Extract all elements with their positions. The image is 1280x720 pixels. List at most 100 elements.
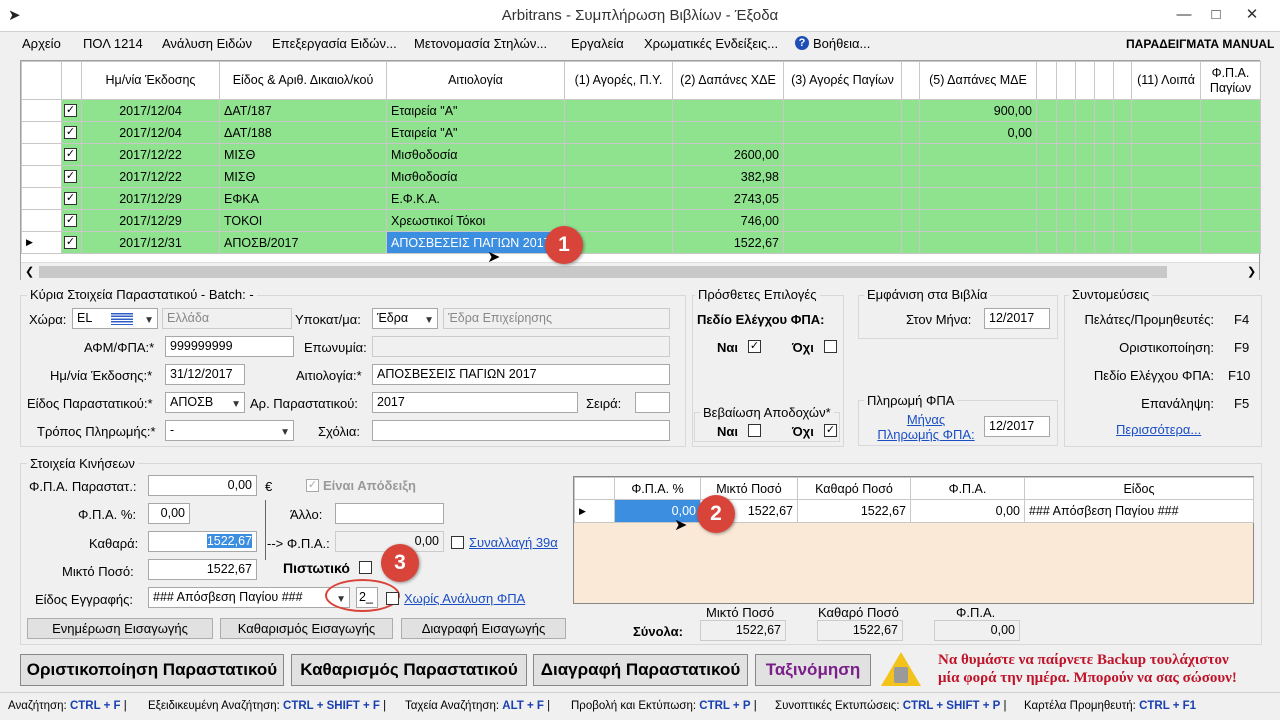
cell-empty[interactable] [1056, 231, 1076, 254]
cell-empty[interactable] [1094, 165, 1114, 188]
delete-document-button[interactable]: Διαγραφή Παραστατικού [533, 654, 748, 686]
cell-empty[interactable] [1075, 143, 1095, 166]
cell-c11[interactable] [1131, 143, 1201, 166]
series-field[interactable] [635, 392, 670, 413]
cell-reason[interactable]: ΑΠΟΣΒΕΣΕΙΣ ΠΑΓΙΩΝ 2017 [386, 231, 565, 254]
cell-empty[interactable] [1094, 187, 1114, 210]
col-doc[interactable]: Είδος & Αριθ. Δικαιολ/κού [219, 61, 387, 100]
vat-pct-field[interactable]: 0,00 [148, 503, 190, 524]
vat-pct-cell[interactable]: 0,00 [614, 499, 701, 523]
vat-cell[interactable]: 0,00 [910, 499, 1025, 523]
documents-grid[interactable]: Ημ/νία Έκδοσης Είδος & Αριθ. Δικαιολ/κού… [20, 60, 1261, 280]
cell-empty[interactable] [1113, 209, 1132, 232]
country-select[interactable]: EL ▼ [72, 308, 158, 329]
cell-date[interactable]: 2017/12/31 [81, 231, 220, 254]
cell-reason[interactable]: Εταιρεία "Α" [386, 121, 565, 144]
cell-c2[interactable] [672, 121, 784, 144]
col-vat[interactable]: Φ.Π.Α. [910, 477, 1025, 500]
cell-empty[interactable] [901, 165, 920, 188]
cell-date[interactable]: 2017/12/29 [81, 209, 220, 232]
cell-c2[interactable]: 382,98 [672, 165, 784, 188]
table-row[interactable]: ✓ 2017/12/29 ΕΦΚΑ Ε.Φ.Κ.Α. 2743,05 [21, 187, 1261, 210]
cell-doc[interactable]: ΜΙΣΘ [219, 143, 387, 166]
cell-c11[interactable] [1131, 165, 1201, 188]
cell-c3[interactable] [783, 209, 902, 232]
scroll-left-icon[interactable]: ❮ [25, 265, 34, 278]
cell-date[interactable]: 2017/12/22 [81, 165, 220, 188]
delete-entry-button[interactable]: Διαγραφή Εισαγωγής [401, 618, 566, 639]
col-2[interactable]: (2) Δαπάνες ΧΔΕ [672, 61, 784, 100]
cell-empty[interactable] [1200, 99, 1261, 122]
row-checkbox[interactable]: ✓ [61, 187, 82, 210]
cell-empty[interactable] [1113, 231, 1132, 254]
cell-empty[interactable] [1113, 121, 1132, 144]
cell-empty[interactable] [1200, 143, 1261, 166]
table-row[interactable]: ✓ 2017/12/04 ΔΑΤ/187 Εταιρεία "Α" 900,00 [21, 99, 1261, 122]
sort-button[interactable]: Ταξινόμηση [755, 654, 871, 686]
cell-empty[interactable] [1036, 99, 1057, 122]
net-cell[interactable]: 1522,67 [797, 499, 911, 523]
col-date[interactable]: Ημ/νία Έκδοσης [81, 61, 220, 100]
cell-empty[interactable] [1056, 99, 1076, 122]
col-reason[interactable]: Αιτιολογία [386, 61, 565, 100]
menu-rename-columns[interactable]: Μετονομασία Στηλών... [414, 36, 547, 51]
finalize-document-button[interactable]: Οριστικοποίηση Παραστατικού [20, 654, 284, 686]
cell-empty[interactable] [1094, 99, 1114, 122]
vat-payment-month-field[interactable]: 12/2017 [984, 416, 1050, 437]
cell-empty[interactable] [901, 209, 920, 232]
cell-doc[interactable]: ΑΠΟΣΒ/2017 [219, 231, 387, 254]
clear-document-button[interactable]: Καθαρισμός Παραστατικού [291, 654, 527, 686]
cell-empty[interactable] [1056, 165, 1076, 188]
receipt-yes-checkbox[interactable] [748, 424, 761, 437]
cell-c2[interactable]: 746,00 [672, 209, 784, 232]
credit-checkbox[interactable] [359, 561, 372, 574]
cell-c5[interactable] [919, 165, 1037, 188]
table-row[interactable]: ✓ 2017/12/04 ΔΑΤ/188 Εταιρεία "Α" 0,00 [21, 121, 1261, 144]
cell-empty[interactable] [901, 121, 920, 144]
menu-color-hints[interactable]: Χρωματικές Ενδείξεις... [644, 36, 778, 51]
row-checkbox[interactable]: ✓ [61, 209, 82, 232]
cell-empty[interactable] [1056, 143, 1076, 166]
menu-help[interactable]: Βοήθεια... [813, 36, 870, 51]
cell-c2[interactable]: 2743,05 [672, 187, 784, 210]
comments-field[interactable] [372, 420, 670, 441]
cell-empty[interactable] [1200, 231, 1261, 254]
cell-empty[interactable] [1036, 231, 1057, 254]
cell-empty[interactable] [1113, 143, 1132, 166]
entry-type-select[interactable]: ### Απόσβεση Παγίου ### ▼ [148, 587, 350, 608]
cell-empty[interactable] [901, 99, 920, 122]
table-row[interactable]: ▶ ✓ 2017/12/31 ΑΠΟΣΒ/2017 ΑΠΟΣΒΕΣΕΙΣ ΠΑΓΙΩΝ … [21, 231, 1261, 254]
doctype-select[interactable]: ΑΠΟΣΒ ▼ [165, 392, 245, 413]
col-5[interactable]: (5) Δαπάνες ΜΔΕ [919, 61, 1037, 100]
cell-c3[interactable] [783, 121, 902, 144]
table-row[interactable]: ✓ 2017/12/29 ΤΟΚΟΙ Χρεωστικοί Τόκοι 746,00 [21, 209, 1261, 232]
table-row[interactable]: ✓ 2017/12/22 ΜΙΣΘ Μισθοδοσία 382,98 [21, 165, 1261, 188]
col-kind[interactable]: Είδος [1024, 477, 1254, 500]
cell-reason[interactable]: Μισθοδοσία [386, 143, 565, 166]
cell-c11[interactable] [1131, 209, 1201, 232]
col-1[interactable]: (1) Αγορές, Π.Υ. [564, 61, 673, 100]
more-shortcuts-link[interactable]: Περισσότερα... [1116, 422, 1201, 437]
cell-c5[interactable] [919, 209, 1037, 232]
cell-date[interactable]: 2017/12/04 [81, 121, 220, 144]
cell-empty[interactable] [1200, 165, 1261, 188]
net-field[interactable]: 1522,67 [148, 531, 257, 552]
cell-reason[interactable]: Ε.Φ.Κ.Α. [386, 187, 565, 210]
entry-code-field[interactable]: 2_ [356, 587, 378, 608]
vat-check-yes-checkbox[interactable]: ✓ [748, 340, 761, 353]
cell-c3[interactable] [783, 231, 902, 254]
cell-empty[interactable] [1094, 143, 1114, 166]
cell-empty[interactable] [1036, 165, 1057, 188]
cell-doc[interactable]: ΕΦΚΑ [219, 187, 387, 210]
cell-c11[interactable] [1131, 99, 1201, 122]
date-field[interactable]: 31/12/2017 [165, 364, 245, 385]
cell-c5[interactable]: 900,00 [919, 99, 1037, 122]
cell-empty[interactable] [1094, 121, 1114, 144]
cell-reason[interactable]: Χρεωστικοί Τόκοι [386, 209, 565, 232]
row-checkbox[interactable]: ✓ [61, 165, 82, 188]
scroll-thumb[interactable] [39, 266, 1167, 278]
month-field[interactable]: 12/2017 [984, 308, 1050, 329]
cell-date[interactable]: 2017/12/29 [81, 187, 220, 210]
cell-c5[interactable] [919, 187, 1037, 210]
cell-c1[interactable] [564, 143, 673, 166]
